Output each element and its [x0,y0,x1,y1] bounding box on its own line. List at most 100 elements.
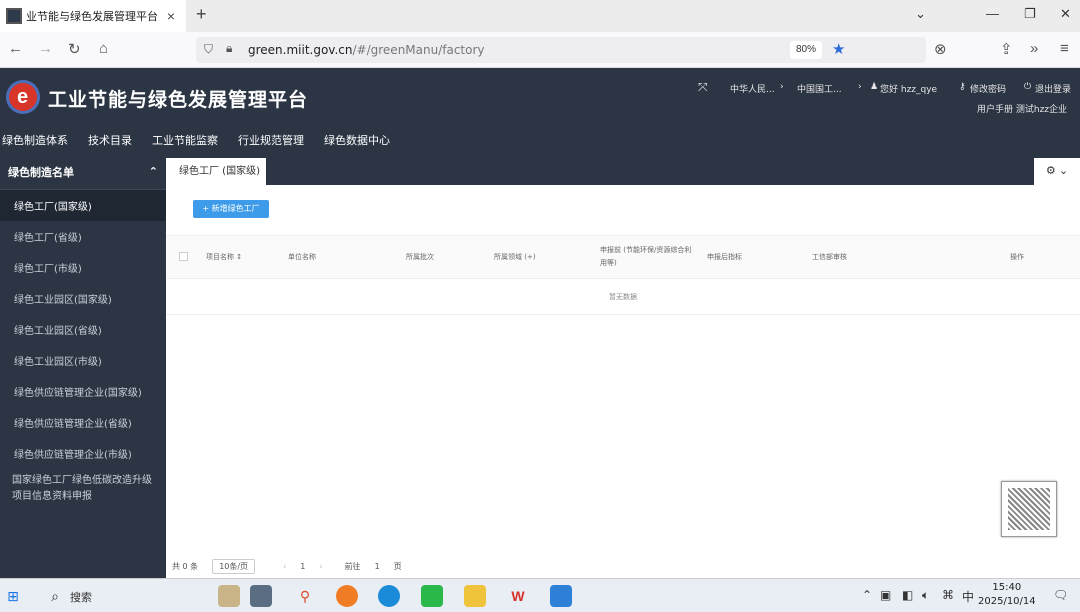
notification-icon[interactable]: 🗨︎ [1053,588,1068,602]
input-method-icon[interactable]: 中 [962,588,974,605]
sidebar: 绿色制造名单 ⌃ 绿色工厂(国家级) 绿色工厂(省级) 绿色工厂(市级) 绿色工… [0,154,166,578]
tab-list-chevron-icon[interactable]: ⌄ [915,6,926,22]
taskbar-search-label[interactable]: 搜索 [70,589,92,605]
goto-suffix: 页 [393,562,402,571]
topnav-item[interactable]: 工业节能监察 [152,132,218,148]
app-logo: e [6,80,40,114]
chevron-up-icon[interactable]: ⌃ [149,165,158,178]
sidebar-header[interactable]: 绿色制造名单 ⌃ [0,154,166,190]
system-clock[interactable]: 15:40 2025/10/14 [978,581,1036,609]
overflow-chevron-icon[interactable]: » [1030,40,1038,57]
user-icon: ♟ [870,82,879,92]
bookmark-star-icon[interactable]: ★ [832,40,845,58]
menu-icon[interactable]: ≡ [1060,40,1069,57]
select-all-checkbox[interactable] [179,252,188,261]
current-page[interactable]: 1 [300,562,305,571]
maximize-icon[interactable]: ❐ [1024,6,1036,22]
logout-link[interactable]: 退出登录 [1035,82,1071,95]
sidebar-item[interactable]: 绿色供应链管理企业(省级) [0,407,166,438]
url-text[interactable]: green.miit.gov.cn/#/greenManu/factory [248,43,485,57]
window-close-icon[interactable]: ✕ [1060,6,1071,22]
main-content: + 新增绿色工厂 项目名称 ↕ 单位名称 所属批次 所属领域 (+) 申报前 (… [166,185,1080,578]
column-header: 工信部审核 [812,253,847,261]
tray-app-icon[interactable]: ▣ [880,588,891,602]
column-header: 所属批次 [406,253,434,261]
taskbar-app-icon[interactable] [250,585,272,607]
top-navigation: 绿色制造体系 技术目录 工业节能监察 行业规范管理 绿色数据中心 [0,132,410,148]
chevron-right-icon: › [858,82,862,92]
sidebar-item[interactable]: 绿色工厂(国家级) [0,190,166,221]
taskbar-app-icon[interactable] [550,585,572,607]
tray-app-icon[interactable]: ◧ [902,588,913,602]
taskbar-app-icon[interactable] [218,585,240,607]
data-table: 项目名称 ↕ 单位名称 所属批次 所属领域 (+) 申报前 (节能环保/资源综合… [166,235,1080,315]
topnav-item[interactable]: 绿色数据中心 [324,132,390,148]
zoom-level[interactable]: 80% [790,41,822,59]
share-icon[interactable]: ⇪ [1000,40,1013,58]
topnav-item[interactable]: 行业规范管理 [238,132,304,148]
user-greeting[interactable]: 您好 hzz_qye [880,82,937,95]
goto-page-input[interactable]: 1 [375,562,380,571]
folder-icon[interactable] [464,585,486,607]
wps-icon[interactable]: W [507,585,529,607]
sidebar-item[interactable]: 绿色工厂(市级) [0,252,166,283]
shield-icon[interactable]: ⛉ [204,42,213,57]
reload-icon[interactable]: ↻ [68,40,81,58]
page-size-select[interactable]: 10条/页 [212,559,256,574]
firefox-icon[interactable] [336,585,358,607]
extension-icon[interactable]: ⊗ [934,40,947,58]
minimize-icon[interactable]: — [986,6,999,21]
column-header[interactable]: 所属领域 (+) [494,252,536,262]
column-header: 操作 [1010,253,1024,261]
taskbar-search-app-icon[interactable]: ⚲ [294,585,316,607]
sidebar-item[interactable]: 绿色工业园区(省级) [0,314,166,345]
column-header: 单位名称 [288,253,316,261]
browser-navbar: ← → ↻ ⌂ ⛉ 🔒︎ green.miit.gov.cn/#/greenMa… [0,32,1080,68]
tab-close-icon[interactable]: × [162,8,180,24]
sidebar-item[interactable]: 绿色工厂(省级) [0,221,166,252]
wechat-icon[interactable] [421,585,443,607]
url-bar[interactable]: ⛉ 🔒︎ green.miit.gov.cn/#/greenManu/facto… [196,37,926,63]
column-header[interactable]: 项目名称 ↕ [206,252,242,262]
prev-page-button[interactable]: ‹ [283,562,286,571]
app-header: e 工业节能与绿色发展管理平台 ⤧ 中华人民... › 中国国工... › ♟ … [0,68,1080,154]
column-header: 申报前 (节能环保/资源综合利用等) [600,246,692,267]
sidebar-item[interactable]: 绿色工业园区(国家级) [0,283,166,314]
home-icon[interactable]: ⌂ [99,40,108,57]
key-icon: ⚷ [959,82,966,92]
page-tabs-bar: 绿色工厂 (国家级) ⚙ ⌄ [166,154,1080,185]
qr-code[interactable] [1001,481,1057,537]
favicon-icon [6,8,22,24]
new-tab-button[interactable]: + [196,4,207,25]
power-icon: ⏻ [1024,82,1032,92]
search-icon[interactable]: ⌕ [44,585,66,607]
forward-arrow-icon[interactable]: → [38,40,53,57]
sidebar-item[interactable]: 国家绿色工厂绿色低碳改造升级项目信息资料申报 [0,469,166,509]
edge-icon[interactable] [378,585,400,607]
org-breadcrumb-1[interactable]: 中华人民... [730,82,775,95]
tab-title: 业节能与绿色发展管理平台 | [26,10,162,23]
sidebar-item[interactable]: 绿色工业园区(市级) [0,345,166,376]
gear-icon[interactable]: ⚙ ⌄ [1034,158,1080,185]
volume-icon[interactable]: 🔈︎ [922,588,929,603]
empty-row: 暂无数据 [166,279,1080,315]
fullscreen-icon[interactable]: ⤧ [698,80,708,95]
network-icon[interactable]: ⌘ [942,588,954,602]
start-icon[interactable]: ⊞ [4,585,22,607]
topnav-item[interactable]: 绿色制造体系 [2,132,68,148]
browser-tab[interactable]: 业节能与绿色发展管理平台 | × [0,0,186,32]
lock-icon[interactable]: 🔒︎ [226,41,232,56]
browser-tabstrip: 业节能与绿色发展管理平台 | × + ⌄ — ❐ ✕ [0,0,1080,32]
os-taskbar: ⊞ ⌕ 搜索 ⚲ W ⌃ ▣ ◧ 🔈︎ ⌘ 中 15:40 2025/10/14… [0,578,1080,612]
change-password-link[interactable]: 修改密码 [970,82,1006,95]
user-manual-link[interactable]: 用户手册 测试hzz企业 [977,102,1067,115]
back-arrow-icon[interactable]: ← [8,40,23,57]
tray-chevron-icon[interactable]: ⌃ [862,588,872,602]
next-page-button[interactable]: › [319,562,322,571]
topnav-item[interactable]: 技术目录 [88,132,132,148]
add-factory-button[interactable]: + 新增绿色工厂 [193,200,269,218]
org-breadcrumb-2[interactable]: 中国国工... [797,82,842,95]
sidebar-item[interactable]: 绿色供应链管理企业(国家级) [0,376,166,407]
sidebar-item[interactable]: 绿色供应链管理企业(市级) [0,438,166,469]
tab-green-factory[interactable]: 绿色工厂 (国家级) [166,158,266,185]
